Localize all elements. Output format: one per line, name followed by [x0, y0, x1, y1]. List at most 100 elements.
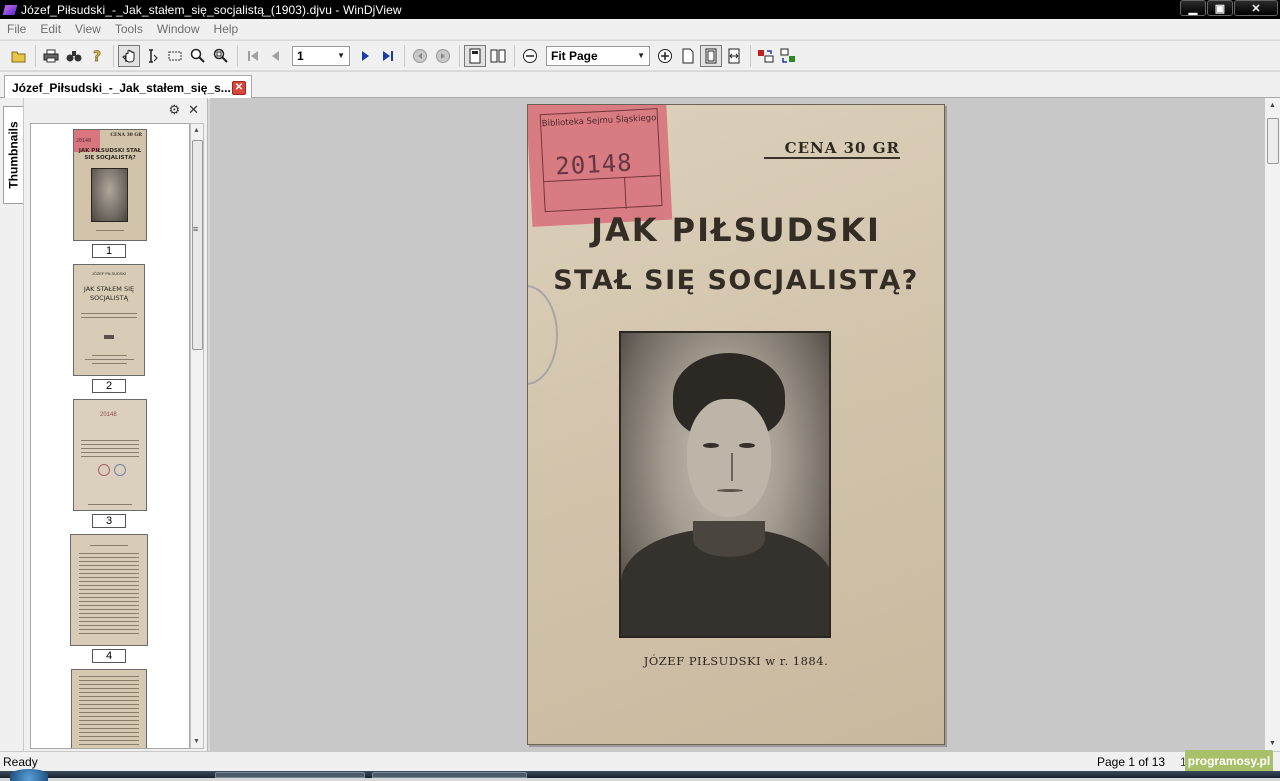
toolbar-separator: [514, 44, 515, 67]
scroll-up-icon[interactable]: ▲: [1269, 102, 1276, 109]
actual-size-icon[interactable]: [677, 45, 699, 67]
menu-bar: File Edit View Tools Window Help: [0, 19, 1280, 40]
rotate-left-icon[interactable]: [755, 45, 777, 67]
start-button-icon[interactable]: [10, 769, 48, 781]
menu-file[interactable]: File: [0, 22, 33, 36]
thumbnail-page[interactable]: [70, 534, 148, 646]
app-icon: [3, 3, 17, 17]
thumbnail-header: JÓZEF PIŁSUDSKI: [91, 271, 127, 276]
scroll-down-icon[interactable]: ▼: [193, 738, 200, 745]
thumbnail-scrollbar[interactable]: ▲ ≡ ▼: [190, 123, 204, 749]
zoom-rect-icon[interactable]: [210, 45, 232, 67]
minimize-button[interactable]: ▁: [1180, 0, 1206, 16]
taskbar: [0, 769, 1280, 781]
scroll-up-icon[interactable]: ▲: [193, 127, 200, 134]
thumbnail-page[interactable]: 20148: [73, 399, 147, 511]
maximize-button[interactable]: ▣: [1207, 0, 1233, 16]
facing-pages-icon[interactable]: [487, 45, 509, 67]
price-underline: [764, 157, 900, 159]
document-tab[interactable]: Józef_Piłsudski_-_Jak_stałem_się_s... ✕: [4, 75, 252, 99]
grip-icon: ≡: [193, 224, 199, 234]
thumbnail-page-number: 1: [92, 244, 126, 258]
thumbnail-page-number: 3: [92, 514, 126, 528]
zoom-in-icon[interactable]: [654, 45, 676, 67]
price-label: CENA 30 GR: [784, 139, 900, 157]
menu-tools[interactable]: Tools: [108, 22, 150, 36]
thumbnail-portrait: [91, 168, 128, 222]
thumbnails-tab[interactable]: Thumbnails: [3, 106, 23, 204]
taskbar-item[interactable]: [372, 772, 527, 778]
svg-text:?: ?: [93, 49, 101, 64]
viewer-scrollbar[interactable]: ▲ ▼: [1264, 98, 1280, 751]
chevron-down-icon: ▼: [637, 51, 645, 60]
back-icon[interactable]: [409, 45, 431, 67]
thumbnail-title: JAK STAŁEM SIĘ SOCJALISTĄ: [83, 285, 135, 302]
thumbnail-page[interactable]: 20148 CENA 30 GR JAK PIŁSUDSKI STAŁ SIĘ …: [73, 129, 147, 241]
single-page-icon[interactable]: [464, 44, 486, 67]
toolbar-separator: [113, 44, 114, 67]
gear-icon[interactable]: ⚙: [168, 102, 180, 118]
document-page[interactable]: Biblioteka Sejmu Śląskiego 20148 CENA 30…: [527, 104, 945, 745]
thumbnail-price: CENA 30 GR: [110, 133, 142, 138]
close-panel-icon[interactable]: ✕: [188, 102, 199, 118]
thumbnail-mark: 20148: [100, 412, 117, 418]
taskbar-item[interactable]: [215, 772, 365, 778]
page-count: Page 1 of 13: [1097, 755, 1166, 769]
close-window-button[interactable]: ✕: [1234, 0, 1278, 16]
side-tab-strip: Thumbnails: [0, 98, 24, 751]
first-page-icon[interactable]: [242, 45, 264, 67]
page-title-line1: JAK PIŁSUDSKI: [591, 211, 881, 249]
menu-help[interactable]: Help: [207, 22, 246, 36]
menu-window[interactable]: Window: [150, 22, 207, 36]
toolbar: ? 1 ▼ Fit Page ▼: [0, 41, 1280, 71]
zoom-combo[interactable]: Fit Page ▼: [546, 45, 650, 66]
status-text: Ready: [3, 755, 38, 769]
toolbar-separator: [404, 44, 405, 67]
toolbar-separator: [459, 44, 460, 67]
thumbnail-scroll-thumb[interactable]: [192, 140, 203, 350]
circular-stamp-mark: [528, 285, 558, 385]
forward-icon[interactable]: [432, 45, 454, 67]
last-page-icon[interactable]: [377, 45, 399, 67]
status-bar: Ready Page 1 of 13 1: [0, 751, 1280, 771]
scroll-down-icon[interactable]: ▼: [1269, 740, 1276, 747]
close-tab-icon[interactable]: ✕: [232, 81, 246, 95]
chevron-down-icon: ▼: [337, 51, 345, 60]
prev-page-icon[interactable]: [265, 45, 287, 67]
menu-view[interactable]: View: [68, 22, 108, 36]
toolbar-separator: [35, 44, 36, 67]
next-page-icon[interactable]: [354, 45, 376, 67]
find-icon[interactable]: [63, 45, 85, 67]
rect-select-icon[interactable]: [164, 45, 186, 67]
help-icon[interactable]: ?: [86, 45, 108, 67]
print-icon[interactable]: [40, 45, 62, 67]
toolbar-separator: [750, 44, 751, 67]
page-title-line2: STAŁ SIĘ SOCJALISTĄ?: [553, 265, 919, 296]
document-tab-label: Józef_Piłsudski_-_Jak_stałem_się_s...: [12, 80, 231, 95]
thumbnail-list[interactable]: 20148 CENA 30 GR JAK PIŁSUDSKI STAŁ SIĘ …: [30, 123, 190, 749]
thumbnail-page[interactable]: [71, 669, 147, 748]
document-tab-bar: Józef_Piłsudski_-_Jak_stałem_się_s... ✕: [0, 72, 1280, 99]
page-number-value: 1: [297, 48, 304, 63]
fit-width-icon[interactable]: [723, 45, 745, 67]
page-number-combo[interactable]: 1 ▼: [292, 45, 350, 66]
zoom-combo-value: Fit Page: [551, 48, 598, 63]
hand-tool-icon[interactable]: [118, 44, 140, 67]
fit-page-icon[interactable]: [700, 44, 722, 67]
portrait-photo: [619, 331, 831, 638]
thumbnail-page[interactable]: JÓZEF PIŁSUDSKI JAK STAŁEM SIĘ SOCJALIST…: [73, 264, 145, 376]
zoom-out-icon[interactable]: [519, 45, 541, 67]
toolbar-separator: [237, 44, 238, 67]
rotate-right-icon[interactable]: [778, 45, 800, 67]
stamp-label: Biblioteka Sejmu Śląskiego: [541, 113, 657, 130]
library-stamp: Biblioteka Sejmu Śląskiego 20148: [528, 105, 673, 227]
zoom-icon[interactable]: [187, 45, 209, 67]
menu-edit[interactable]: Edit: [33, 22, 68, 36]
thumbnail-stamp-number: 20148: [76, 138, 92, 144]
portrait-caption: JÓZEF PIŁSUDSKI w r. 1884.: [643, 654, 829, 668]
text-select-icon[interactable]: [141, 45, 163, 67]
viewer-scroll-thumb[interactable]: [1267, 118, 1279, 164]
thumbnails-panel: ⚙ ✕ 20148 CENA 30 GR JAK PIŁSUDSKI STAŁ …: [24, 98, 208, 751]
open-icon[interactable]: [8, 45, 30, 67]
thumbnails-tab-label: Thumbnails: [6, 121, 21, 189]
